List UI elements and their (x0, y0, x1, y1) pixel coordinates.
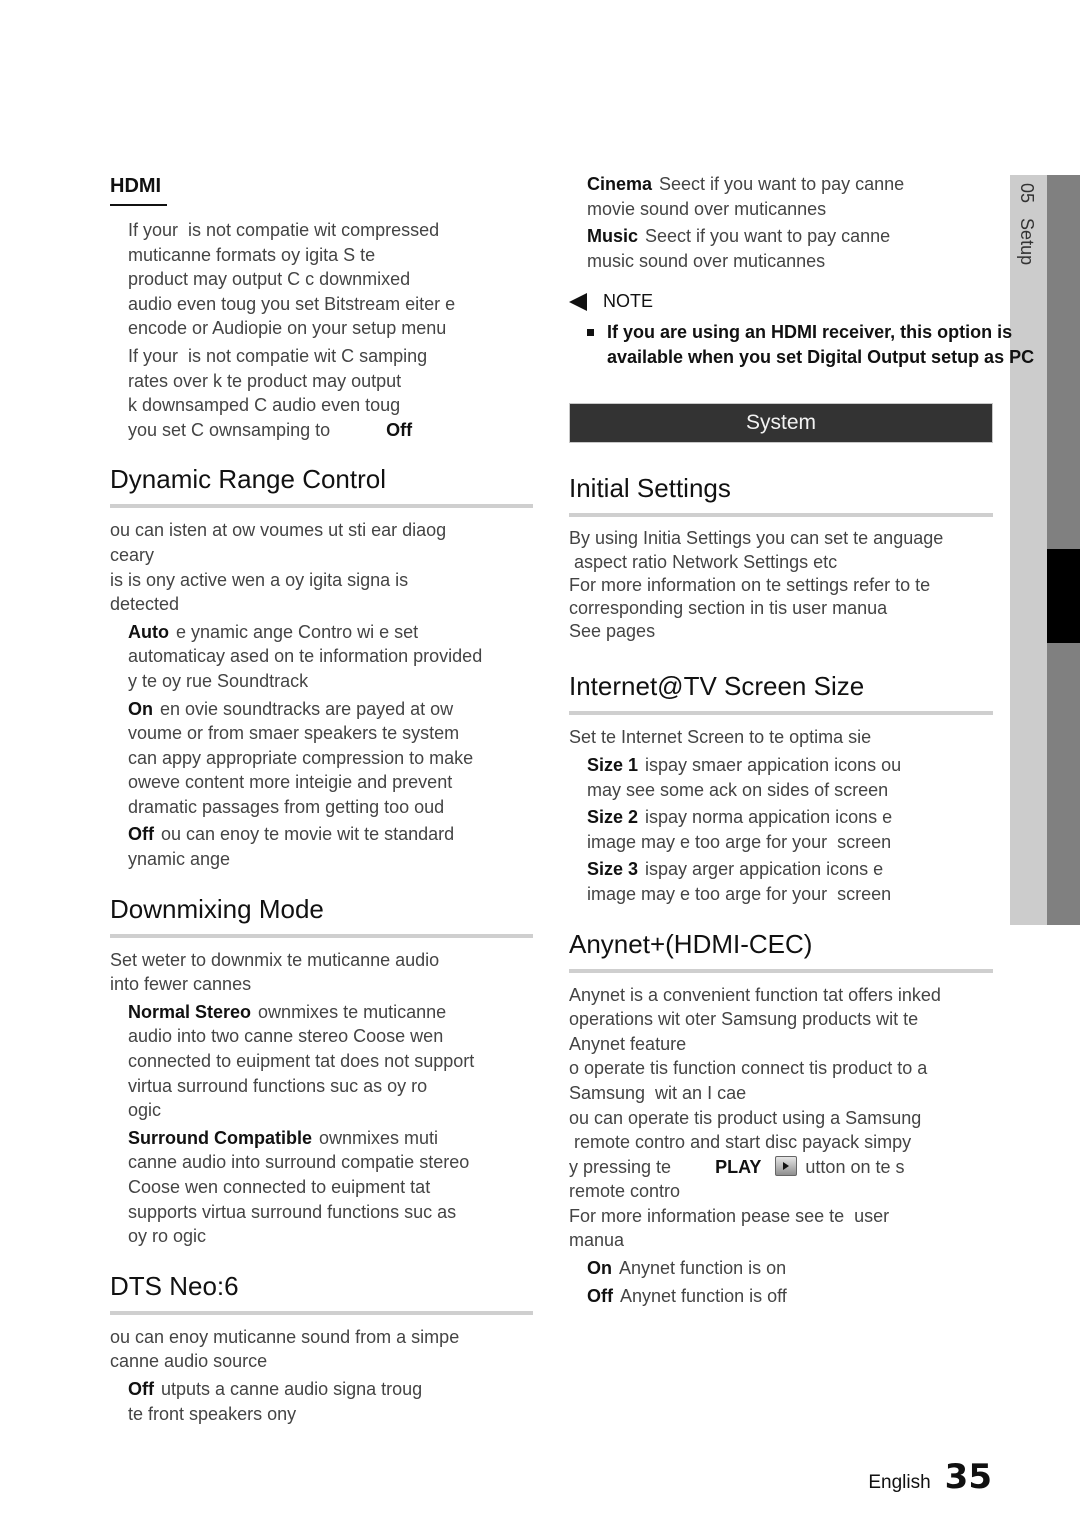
option-label: Off (128, 1378, 154, 1399)
downmixing-heading: Downmixing Mode (110, 893, 324, 924)
initial-settings-body: By using Initia Settings you can set te … (569, 528, 944, 642)
hdmi-section: HDMI If your is not compatie wit compres… (110, 172, 533, 442)
option-cinema: Cinema Seect if you want to pay canne mov… (587, 172, 993, 221)
screen-size-option-2: Size 2 ispay norma appication icons e ima… (587, 805, 993, 854)
option-label: Auto (128, 621, 169, 642)
dynamic-range-section: Dynamic Range Control ou can isten at ow… (110, 462, 533, 871)
option-label: On (587, 1258, 612, 1279)
note-body: If you are using an HDMI receiver, this … (587, 320, 1080, 370)
hdmi-heading-rule (110, 204, 167, 206)
note-label: NOTE (603, 291, 654, 312)
downmixing-option-normal-stereo: Normal Stereo ownmixes te muticanne audio… (128, 1000, 533, 1123)
option-text: Anynet function is off (620, 1285, 787, 1306)
option-text: en ovie soundtracks are payed at ow voum… (128, 698, 474, 817)
option-text: utputs a canne audio signa troug te fron… (128, 1378, 423, 1424)
anynet-section: Anynet+(HDMI-CEC) Anynet is a convenient… (569, 927, 993, 1309)
hdmi-last-line-text: you set C ownsamping to (128, 419, 331, 440)
play-line-suffix: utton on te s (805, 1156, 905, 1177)
anynet-option-on: On Anynet function is on (587, 1256, 993, 1281)
anynet-body-2: remote contro For more information pease… (569, 1181, 890, 1251)
dts-neo-rule (110, 1310, 533, 1315)
page-number: 35 (944, 1457, 992, 1497)
option-label: Size 3 (587, 859, 639, 880)
option-label: Surround Compatible (128, 1127, 312, 1148)
hdmi-paragraph-2: If your is not compatie wit C samping ra… (128, 345, 428, 416)
page-footer: English 35 (868, 1457, 992, 1497)
left-column: HDMI If your is not compatie wit compres… (110, 172, 533, 1426)
option-label: On (128, 698, 153, 719)
dts-neo-intro: ou can enoy muticanne sound from a simpe… (110, 1326, 460, 1372)
chapter-tab-marker (1047, 549, 1080, 643)
downmixing-intro: Set weter to downmix te muticanne audio … (110, 949, 440, 995)
option-label: Size 2 (587, 807, 639, 828)
option-text: Anynet function is on (619, 1258, 787, 1279)
downmixing-option-surround-compatible: Surround Compatible ownmixes muti canne a… (128, 1126, 533, 1249)
initial-settings-rule (569, 513, 993, 518)
chapter-tab-label: 05 Setup (1016, 183, 1037, 265)
note-line-2: available when you set Digital Output se… (607, 347, 1035, 368)
option-label: Off (587, 1285, 613, 1306)
downmixing-section: Downmixing Mode Set weter to downmix te … (110, 892, 533, 1249)
anynet-rule (569, 968, 993, 973)
option-label: Music (587, 226, 639, 247)
play-line-prefix: y pressing te (569, 1156, 672, 1177)
system-section-banner: System (569, 403, 993, 444)
system-banner-label: System (745, 411, 816, 435)
screen-size-intro: Set te Internet Screen to te optima sie (569, 727, 872, 748)
dynamic-range-option-off: Off ou can enoy te movie wit te standard … (128, 822, 533, 871)
dts-neo-section: DTS Neo:6 ou can enoy muticanne sound fr… (110, 1269, 533, 1426)
chapter-title: Setup (1017, 218, 1037, 266)
note-line-1: If you are using an HDMI receiver, this … (607, 322, 1013, 343)
option-text: e ynamic ange Contro wi e set automatica… (128, 621, 483, 691)
initial-settings-heading: Initial Settings (569, 473, 731, 504)
dts-neo-heading: DTS Neo:6 (110, 1270, 239, 1301)
option-label: Normal Stereo (128, 1001, 252, 1022)
option-label: Size 1 (587, 754, 639, 775)
screen-size-rule (569, 711, 993, 716)
hdmi-paragraph-2-last-line: you set C ownsamping to Off (110, 418, 533, 443)
screen-size-heading: Internet@TV Screen Size (569, 671, 865, 702)
anynet-body-1: Anynet is a convenient function tat offe… (569, 984, 941, 1153)
chapter-tab-background (1010, 175, 1047, 925)
note-header: NOTE (569, 291, 993, 312)
dynamic-range-heading: Dynamic Range Control (110, 464, 387, 495)
initial-settings-section: Initial Settings By using Initia Setting… (569, 471, 993, 643)
option-music: Music Seect if you want to pay canne musi… (587, 224, 993, 273)
dynamic-range-option-on: On en ovie soundtracks are payed at ow vo… (128, 697, 533, 820)
anynet-play-line: y pressing te PLAY utton on te s (569, 1155, 993, 1180)
hdmi-off-value: Off (386, 419, 413, 440)
hdmi-paragraph-1: If your is not compatie wit compressed m… (128, 220, 456, 339)
dynamic-range-intro: ou can isten at ow voumes ut sti ear dia… (110, 520, 447, 615)
anynet-heading: Anynet+(HDMI-CEC) (569, 928, 813, 959)
dynamic-range-rule (110, 504, 533, 509)
screen-size-section: Internet@TV Screen Size Set te Internet … (569, 669, 993, 906)
bullet-square-icon (587, 329, 594, 337)
right-column: Cinema Seect if you want to pay canne mov… (569, 172, 1034, 1309)
play-button-icon (775, 1155, 798, 1176)
dynamic-range-option-auto: Auto e ynamic ange Contro wi e set automa… (128, 620, 533, 694)
footer-language: English (868, 1472, 931, 1493)
option-label: Cinema (587, 174, 653, 194)
chapter-number: 05 (1017, 183, 1037, 204)
screen-size-option-3: Size 3 ispay arger appication icons e ima… (587, 857, 993, 906)
play-keyword: PLAY (715, 1156, 762, 1177)
note-arrow-icon (569, 292, 587, 311)
dts-neo-option-off: Off utputs a canne audio signa troug te f… (128, 1377, 533, 1426)
option-label: Off (128, 824, 154, 845)
screen-size-option-1: Size 1 ispay smaer appication icons ou ma… (587, 753, 993, 802)
downmixing-rule (110, 933, 533, 938)
anynet-option-off: Off Anynet function is off (587, 1284, 993, 1309)
hdmi-heading: HDMI (110, 175, 162, 197)
option-text: ou can enoy te movie wit te standard yna… (128, 824, 455, 870)
